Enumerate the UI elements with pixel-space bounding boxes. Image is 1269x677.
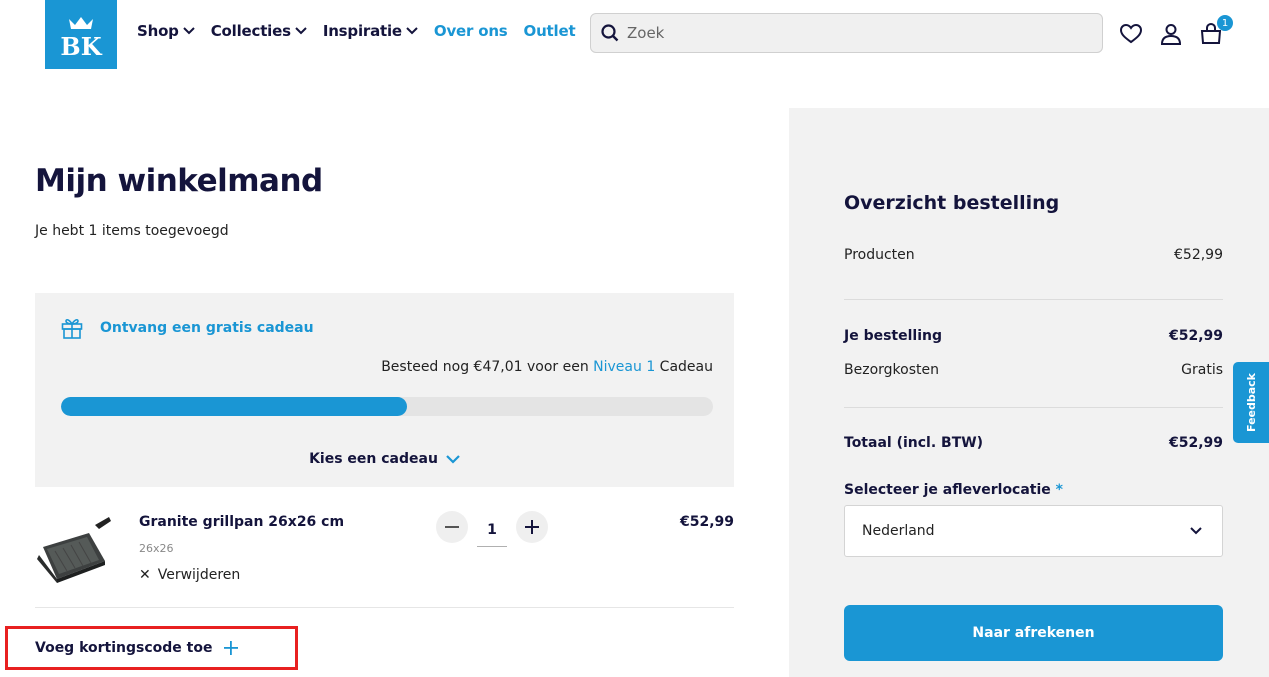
summary-divider [844, 299, 1223, 300]
delivery-location-select[interactable]: Nederland [844, 505, 1223, 557]
user-icon [1160, 24, 1182, 45]
nav-inspiratie-label: Inspiratie [322, 22, 402, 40]
remove-item-button[interactable]: ✕ Verwijderen [139, 567, 240, 583]
gift-progress-text: Besteed nog €47,01 voor een Niveau 1 Cad… [381, 359, 713, 375]
quantity-increase-button[interactable] [516, 511, 548, 543]
nav-over-ons-label: Over ons [433, 22, 508, 40]
summary-total-row: Totaal (incl. BTW) €52,99 [844, 435, 1223, 451]
discount-label: Voeg kortingscode toe [35, 640, 213, 656]
shipping-value: Gratis [1181, 362, 1223, 378]
nav-inspiratie[interactable]: Inspiratie [323, 22, 418, 40]
summary-products-row: Producten €52,99 [844, 247, 1223, 263]
chevron-down-icon [183, 27, 195, 35]
location-label-text: Selecteer je afleverlocatie [844, 482, 1051, 498]
gift-text-after: Cadeau [655, 359, 713, 375]
nav-over-ons[interactable]: Over ons [434, 22, 508, 40]
gift-title: Ontvang een gratis cadeau [100, 320, 314, 336]
quantity-decrease-button[interactable] [436, 511, 468, 543]
search-icon [601, 24, 619, 42]
total-value: €52,99 [1168, 435, 1223, 451]
logo[interactable]: BK [45, 0, 117, 69]
chevron-down-icon [295, 27, 307, 35]
shipping-label: Bezorgkosten [844, 362, 939, 378]
required-marker: * [1055, 482, 1063, 498]
search-input[interactable] [627, 24, 1067, 42]
summary-title: Overzicht bestelling [844, 192, 1060, 214]
product-price: €52,99 [679, 514, 734, 530]
heart-icon [1120, 24, 1142, 44]
choose-gift-button[interactable]: Kies een cadeau [35, 451, 734, 467]
product-image[interactable] [35, 517, 113, 585]
summary-divider [844, 407, 1223, 408]
logo-text: BK [60, 32, 102, 59]
order-label: Je bestelling [844, 328, 942, 344]
nav-shop[interactable]: Shop [137, 22, 195, 40]
gift-level-link[interactable]: Niveau 1 [593, 359, 655, 375]
location-selected-value: Nederland [862, 523, 935, 539]
cart-item: Granite grillpan 26x26 cm 26x26 ✕ Verwij… [35, 487, 734, 608]
wishlist-button[interactable] [1119, 22, 1143, 46]
gift-text-before: Besteed nog €47,01 voor een [381, 359, 594, 375]
cart-count-badge: 1 [1217, 15, 1233, 31]
nav-collecties[interactable]: Collecties [211, 22, 307, 40]
nav-outlet[interactable]: Outlet [524, 22, 576, 40]
page-title: Mijn winkelmand [35, 163, 323, 199]
main-nav: Shop Collecties Inspiratie Over ons Outl… [137, 22, 591, 40]
product-variant: 26x26 [139, 542, 174, 555]
total-label: Totaal (incl. BTW) [844, 435, 984, 451]
chevron-down-icon [406, 27, 418, 35]
minus-icon [445, 526, 459, 528]
checkout-button[interactable]: Naar afrekenen [844, 605, 1223, 661]
gift-progress-bar [61, 397, 713, 416]
nav-collecties-label: Collecties [210, 22, 291, 40]
chevron-down-icon [1190, 527, 1202, 535]
feedback-tab[interactable]: Feedback [1233, 362, 1269, 443]
plus-icon [525, 520, 539, 534]
add-discount-code-button[interactable]: Voeg kortingscode toe [5, 626, 298, 670]
nav-shop-label: Shop [137, 22, 179, 40]
plus-icon [224, 641, 239, 655]
search-bar[interactable] [590, 13, 1103, 53]
delivery-location-label: Selecteer je afleverlocatie * [844, 482, 1063, 498]
cart-button[interactable]: 1 [1199, 15, 1233, 46]
products-value: €52,99 [1174, 247, 1223, 263]
quantity-input[interactable] [477, 513, 507, 547]
order-summary: Overzicht bestelling Producten €52,99 Je… [789, 108, 1269, 677]
account-button[interactable] [1159, 22, 1183, 46]
nav-outlet-label: Outlet [523, 22, 576, 40]
close-icon: ✕ [139, 567, 151, 583]
gift-header: Ontvang een gratis cadeau [61, 317, 314, 339]
products-label: Producten [844, 247, 915, 263]
feedback-label: Feedback [1244, 373, 1258, 432]
items-added-text: Je hebt 1 items toegevoegd [35, 223, 229, 239]
choose-gift-label: Kies een cadeau [309, 451, 438, 467]
gift-progress-fill [61, 397, 407, 416]
product-name[interactable]: Granite grillpan 26x26 cm [139, 514, 344, 530]
summary-order-row: Je bestelling €52,99 [844, 328, 1223, 344]
chevron-down-icon [446, 454, 460, 464]
gift-panel: Ontvang een gratis cadeau Besteed nog €4… [35, 293, 734, 487]
gift-icon [61, 318, 83, 339]
summary-shipping-row: Bezorgkosten Gratis [844, 362, 1223, 378]
logo-crown-icon: BK [60, 16, 103, 59]
order-value: €52,99 [1168, 328, 1223, 344]
remove-label: Verwijderen [157, 567, 241, 583]
